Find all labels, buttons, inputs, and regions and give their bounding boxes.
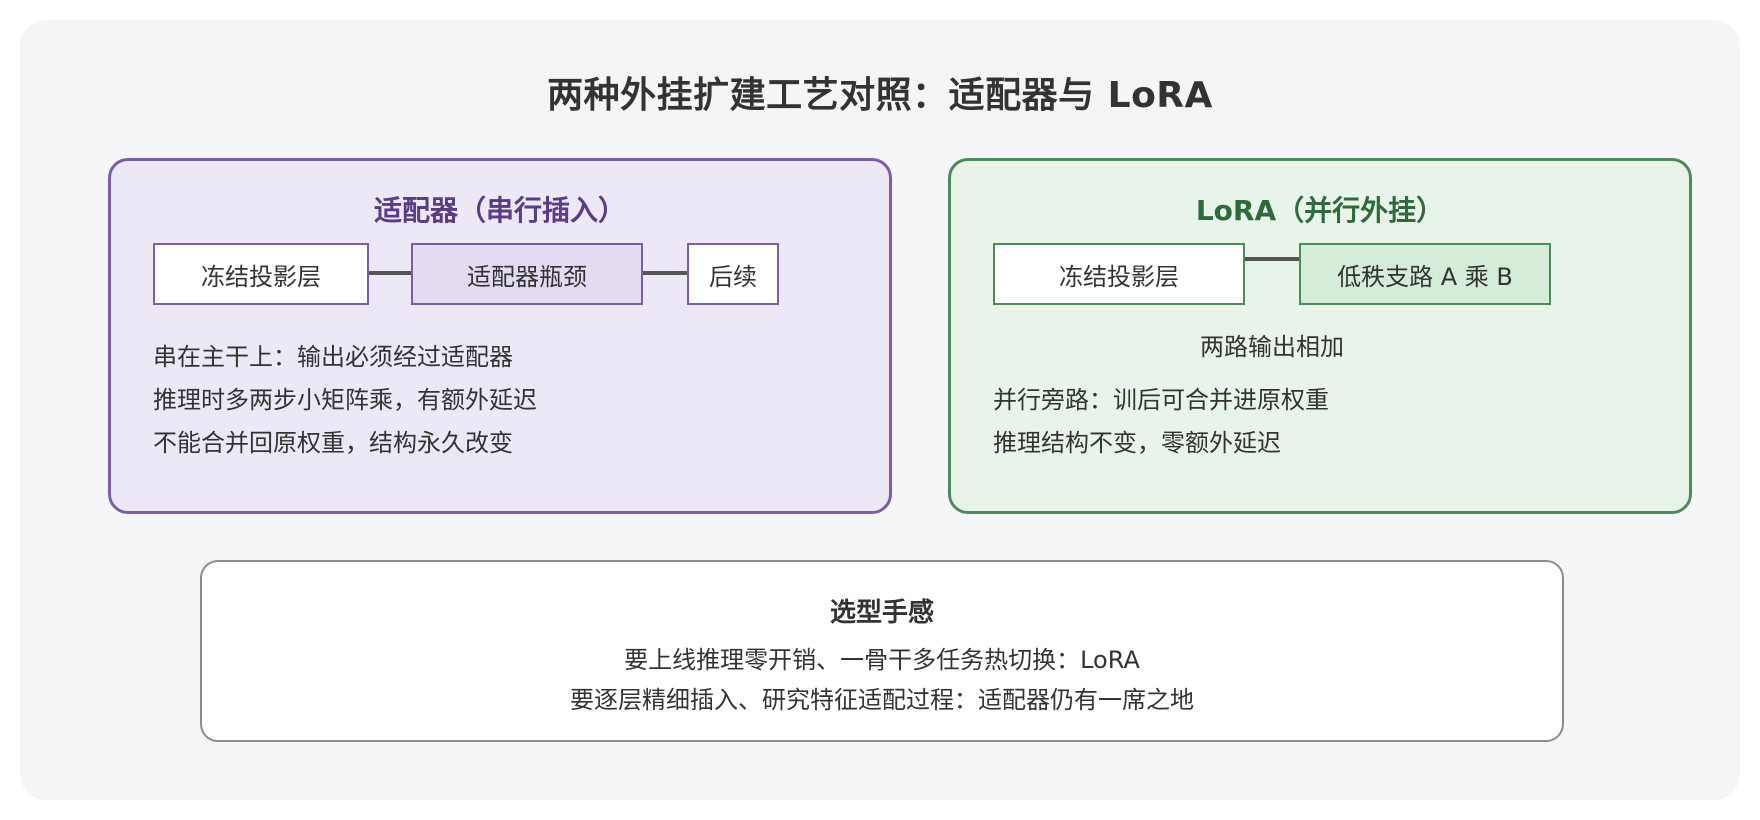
adapter-bullet: 推理时多两步小矩阵乘，有额外延迟 [153,386,537,414]
summary-line: 要逐层精细插入、研究特征适配过程：适配器仍有一席之地 [570,686,1194,714]
adapter-panel: 适配器（串行插入） 冻结投影层 适配器瓶颈 后续 串在主干上：输出必须经过适配器… [108,158,892,514]
page-title: 两种外挂扩建工艺对照：适配器与 LoRA [547,75,1213,116]
diagram-canvas: 两种外挂扩建工艺对照：适配器与 LoRA 适配器（串行插入） 冻结投影层 适配器… [20,20,1740,800]
lora-bullet: 推理结构不变，零额外延迟 [993,429,1281,457]
lora-frozen-layer-box: 冻结投影层 [993,243,1245,305]
lora-panel: LoRA（并行外挂） 冻结投影层 低秩支路 A 乘 B 两路输出相加 并行旁路：… [948,158,1692,514]
adapter-frozen-layer-box: 冻结投影层 [153,243,369,305]
summary-title: 选型手感 [829,598,934,628]
lora-connector [1245,257,1299,261]
lora-panel-title: LoRA（并行外挂） [1195,194,1445,227]
adapter-connector-1 [369,271,411,275]
adapter-bottleneck-box: 适配器瓶颈 [411,243,643,305]
summary-line: 要上线推理零开销、一骨干多任务热切换：LoRA [624,646,1140,674]
adapter-panel-title: 适配器（串行插入） [373,194,626,227]
lora-merge-note: 两路输出相加 [1200,333,1344,361]
lora-bullet: 并行旁路：训后可合并进原权重 [993,386,1329,414]
adapter-next-box: 后续 [687,243,779,305]
selection-summary-box: 选型手感 要上线推理零开销、一骨干多任务热切换：LoRA 要逐层精细插入、研究特… [200,560,1564,742]
adapter-connector-2 [643,271,687,275]
adapter-bullet: 串在主干上：输出必须经过适配器 [153,343,513,371]
lora-low-rank-branch-box: 低秩支路 A 乘 B [1299,243,1551,305]
adapter-bullet: 不能合并回原权重，结构永久改变 [153,429,513,457]
